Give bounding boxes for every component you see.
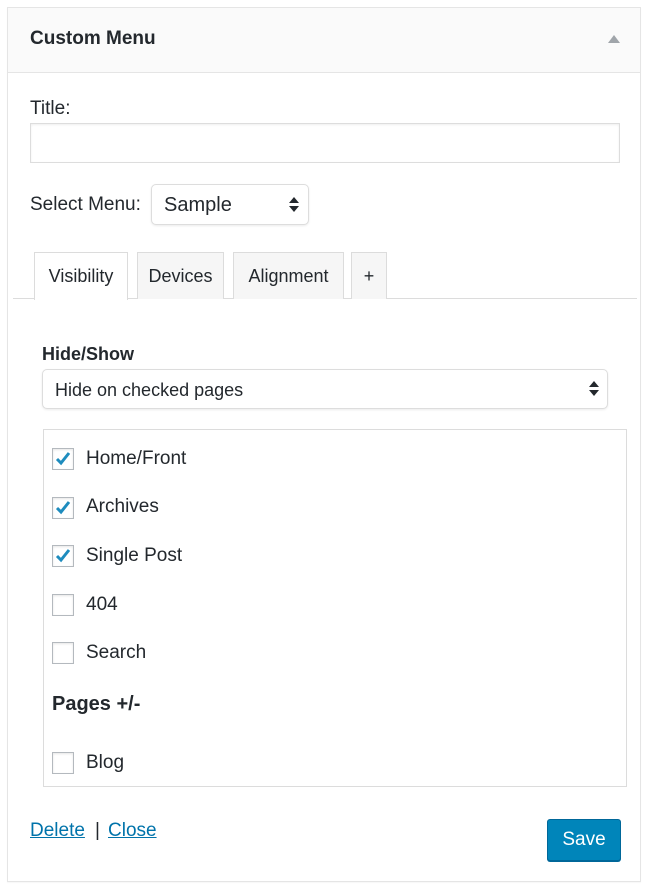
hide-show-heading: Hide/Show	[42, 344, 135, 364]
title-input[interactable]	[30, 123, 620, 163]
menu-select-value: Sample	[164, 194, 232, 216]
tab-devices[interactable]: Devices	[137, 252, 224, 299]
menu-select[interactable]: Sample	[151, 184, 309, 225]
select-menu-label: Select Menu:	[30, 194, 141, 215]
checkbox-home-front[interactable]	[52, 448, 74, 470]
hide-show-select[interactable]: Hide on checked pages	[42, 369, 608, 409]
checkbox-404[interactable]	[52, 594, 74, 616]
delete-link[interactable]: Delete	[30, 820, 85, 842]
checkbox-single-post[interactable]	[52, 545, 74, 567]
widget-title: Custom Menu	[30, 28, 156, 49]
select-arrows-icon	[289, 197, 299, 213]
checkmark-icon	[55, 549, 71, 563]
triangle-up-icon[interactable]	[608, 35, 620, 43]
checkbox-label: Blog	[86, 752, 125, 773]
checkbox-blog[interactable]	[52, 752, 74, 774]
select-arrows-icon	[589, 381, 599, 397]
tab-alignment[interactable]: Alignment	[233, 252, 344, 299]
save-button[interactable]: Save	[547, 819, 621, 861]
tab-visibility[interactable]: Visibility	[34, 252, 128, 300]
title-label: Title:	[30, 98, 71, 119]
checkbox-label: Single Post	[86, 545, 183, 566]
custom-menu-widget: Custom Menu Title: Select Menu: Sample V…	[7, 7, 641, 882]
hide-show-value: Hide on checked pages	[55, 380, 244, 400]
checkbox-search[interactable]	[52, 642, 74, 664]
checkbox-label: 404	[86, 594, 118, 615]
tab-add[interactable]: +	[351, 252, 387, 299]
link-separator: |	[95, 820, 100, 841]
close-link[interactable]: Close	[108, 820, 157, 842]
pages-heading[interactable]: Pages +/-	[52, 693, 140, 716]
checkbox-label: Home/Front	[86, 448, 187, 469]
checkmark-icon	[55, 501, 71, 515]
widget-header[interactable]: Custom Menu	[8, 8, 640, 73]
visibility-checklist: Home/Front Archives Single Post 404 Sear…	[43, 429, 627, 787]
checkbox-archives[interactable]	[52, 497, 74, 519]
checkmark-icon	[55, 452, 71, 466]
checkbox-label: Search	[86, 642, 147, 663]
checkbox-label: Archives	[86, 496, 159, 517]
